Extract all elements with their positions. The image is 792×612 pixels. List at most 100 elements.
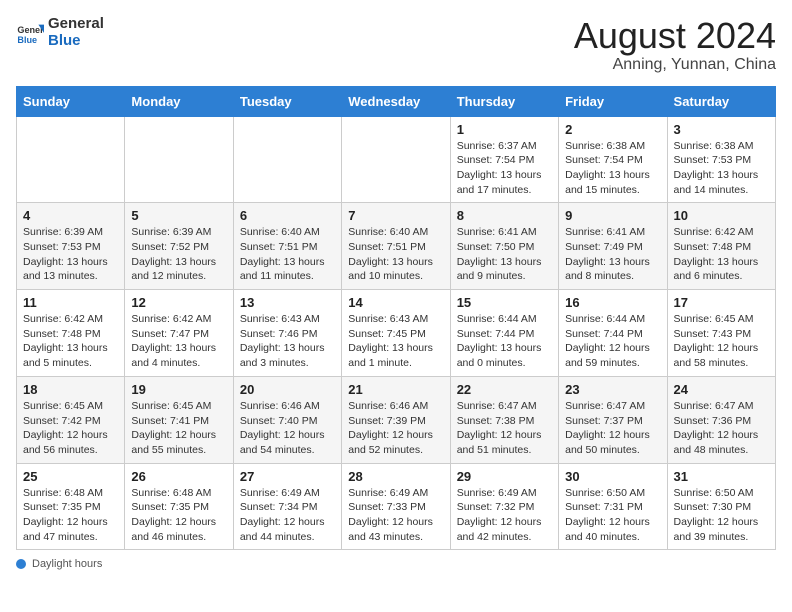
weekday-header-sunday: Sunday xyxy=(17,86,125,116)
day-number: 15 xyxy=(457,295,552,310)
day-number: 3 xyxy=(674,122,769,137)
cell-content: Sunrise: 6:49 AM Sunset: 7:33 PM Dayligh… xyxy=(348,486,443,545)
calendar-day-cell: 12 Sunrise: 6:42 AM Sunset: 7:47 PM Dayli… xyxy=(125,290,233,377)
cell-content: Sunrise: 6:39 AM Sunset: 7:53 PM Dayligh… xyxy=(23,225,118,284)
day-number: 20 xyxy=(240,382,335,397)
day-number: 16 xyxy=(565,295,660,310)
calendar-day-cell: 17 Sunrise: 6:45 AM Sunset: 7:43 PM Dayli… xyxy=(667,290,775,377)
cell-content: Sunrise: 6:41 AM Sunset: 7:49 PM Dayligh… xyxy=(565,225,660,284)
calendar-day-cell: 4 Sunrise: 6:39 AM Sunset: 7:53 PM Daylig… xyxy=(17,203,125,290)
calendar-day-cell: 5Sunrise: 6:39 AM Sunset: 7:52 PM Daylig… xyxy=(125,203,233,290)
logo-general-text: General xyxy=(48,16,104,33)
empty-cell xyxy=(17,116,125,203)
day-number: 1 xyxy=(457,122,552,137)
cell-content: Sunrise: 6:45 AM Sunset: 7:41 PM Dayligh… xyxy=(131,399,226,458)
cell-content: Sunrise: 6:46 AM Sunset: 7:39 PM Dayligh… xyxy=(348,399,443,458)
header: General Blue General Blue August 2024 An… xyxy=(16,16,776,74)
logo: General Blue General Blue xyxy=(16,16,104,49)
day-number: 6 xyxy=(240,208,335,223)
day-number: 14 xyxy=(348,295,443,310)
calendar-day-cell: 9 Sunrise: 6:41 AM Sunset: 7:49 PM Daylig… xyxy=(559,203,667,290)
weekday-header-wednesday: Wednesday xyxy=(342,86,450,116)
day-number: 24 xyxy=(674,382,769,397)
calendar-day-cell: 19 Sunrise: 6:45 AM Sunset: 7:41 PM Dayli… xyxy=(125,376,233,463)
calendar-week-row: 11 Sunrise: 6:42 AM Sunset: 7:48 PM Dayli… xyxy=(17,290,776,377)
weekday-header-thursday: Thursday xyxy=(450,86,558,116)
day-number: 31 xyxy=(674,469,769,484)
day-number: 5 xyxy=(131,208,226,223)
day-number: 11 xyxy=(23,295,118,310)
calendar-day-cell: 25Sunrise: 6:48 AM Sunset: 7:35 PM Dayli… xyxy=(17,463,125,550)
calendar-body: 1 Sunrise: 6:37 AM Sunset: 7:54 PM Daylig… xyxy=(17,116,776,550)
cell-content: Sunrise: 6:44 AM Sunset: 7:44 PM Dayligh… xyxy=(457,312,552,371)
calendar-day-cell: 11 Sunrise: 6:42 AM Sunset: 7:48 PM Dayli… xyxy=(17,290,125,377)
calendar-day-cell: 18Sunrise: 6:45 AM Sunset: 7:42 PM Dayli… xyxy=(17,376,125,463)
calendar-day-cell: 7 Sunrise: 6:40 AM Sunset: 7:51 PM Daylig… xyxy=(342,203,450,290)
day-number: 23 xyxy=(565,382,660,397)
day-number: 17 xyxy=(674,295,769,310)
cell-content: Sunrise: 6:42 AM Sunset: 7:48 PM Dayligh… xyxy=(674,225,769,284)
day-number: 8 xyxy=(457,208,552,223)
day-number: 7 xyxy=(348,208,443,223)
weekday-header-friday: Friday xyxy=(559,86,667,116)
calendar-day-cell: 6 Sunrise: 6:40 AM Sunset: 7:51 PM Daylig… xyxy=(233,203,341,290)
calendar-day-cell: 14 Sunrise: 6:43 AM Sunset: 7:45 PM Dayli… xyxy=(342,290,450,377)
cell-content: Sunrise: 6:42 AM Sunset: 7:48 PM Dayligh… xyxy=(23,312,118,371)
day-number: 12 xyxy=(131,295,226,310)
cell-content: Sunrise: 6:40 AM Sunset: 7:51 PM Dayligh… xyxy=(240,225,335,284)
cell-content: Sunrise: 6:38 AM Sunset: 7:54 PM Dayligh… xyxy=(565,139,660,198)
calendar-day-cell: 23Sunrise: 6:47 AM Sunset: 7:37 PM Dayli… xyxy=(559,376,667,463)
cell-content: Sunrise: 6:42 AM Sunset: 7:47 PM Dayligh… xyxy=(131,312,226,371)
calendar-day-cell: 15 Sunrise: 6:44 AM Sunset: 7:44 PM Dayli… xyxy=(450,290,558,377)
calendar-day-cell: 30Sunrise: 6:50 AM Sunset: 7:31 PM Dayli… xyxy=(559,463,667,550)
calendar-day-cell: 24Sunrise: 6:47 AM Sunset: 7:36 PM Dayli… xyxy=(667,376,775,463)
empty-cell xyxy=(342,116,450,203)
day-number: 19 xyxy=(131,382,226,397)
day-number: 30 xyxy=(565,469,660,484)
calendar-day-cell: 16 Sunrise: 6:44 AM Sunset: 7:44 PM Dayli… xyxy=(559,290,667,377)
cell-content: Sunrise: 6:43 AM Sunset: 7:46 PM Dayligh… xyxy=(240,312,335,371)
cell-content: Sunrise: 6:48 AM Sunset: 7:35 PM Dayligh… xyxy=(131,486,226,545)
day-number: 9 xyxy=(565,208,660,223)
daylight-dot xyxy=(16,559,26,569)
calendar-header: SundayMondayTuesdayWednesdayThursdayFrid… xyxy=(17,86,776,116)
daylight-label: Daylight hours xyxy=(32,558,102,570)
cell-content: Sunrise: 6:49 AM Sunset: 7:32 PM Dayligh… xyxy=(457,486,552,545)
location-subtitle: Anning, Yunnan, China xyxy=(574,56,776,74)
calendar-day-cell: 21Sunrise: 6:46 AM Sunset: 7:39 PM Dayli… xyxy=(342,376,450,463)
cell-content: Sunrise: 6:45 AM Sunset: 7:42 PM Dayligh… xyxy=(23,399,118,458)
calendar-week-row: 4 Sunrise: 6:39 AM Sunset: 7:53 PM Daylig… xyxy=(17,203,776,290)
cell-content: Sunrise: 6:41 AM Sunset: 7:50 PM Dayligh… xyxy=(457,225,552,284)
weekday-header-monday: Monday xyxy=(125,86,233,116)
cell-content: Sunrise: 6:44 AM Sunset: 7:44 PM Dayligh… xyxy=(565,312,660,371)
cell-content: Sunrise: 6:50 AM Sunset: 7:30 PM Dayligh… xyxy=(674,486,769,545)
day-number: 28 xyxy=(348,469,443,484)
cell-content: Sunrise: 6:47 AM Sunset: 7:38 PM Dayligh… xyxy=(457,399,552,458)
weekday-header-row: SundayMondayTuesdayWednesdayThursdayFrid… xyxy=(17,86,776,116)
cell-content: Sunrise: 6:45 AM Sunset: 7:43 PM Dayligh… xyxy=(674,312,769,371)
cell-content: Sunrise: 6:43 AM Sunset: 7:45 PM Dayligh… xyxy=(348,312,443,371)
cell-content: Sunrise: 6:40 AM Sunset: 7:51 PM Dayligh… xyxy=(348,225,443,284)
calendar-day-cell: 26Sunrise: 6:48 AM Sunset: 7:35 PM Dayli… xyxy=(125,463,233,550)
calendar-day-cell: 27Sunrise: 6:49 AM Sunset: 7:34 PM Dayli… xyxy=(233,463,341,550)
title-area: August 2024 Anning, Yunnan, China xyxy=(574,16,776,74)
calendar-day-cell: 13 Sunrise: 6:43 AM Sunset: 7:46 PM Dayli… xyxy=(233,290,341,377)
day-number: 4 xyxy=(23,208,118,223)
cell-content: Sunrise: 6:46 AM Sunset: 7:40 PM Dayligh… xyxy=(240,399,335,458)
calendar-week-row: 1 Sunrise: 6:37 AM Sunset: 7:54 PM Daylig… xyxy=(17,116,776,203)
calendar-day-cell: 22Sunrise: 6:47 AM Sunset: 7:38 PM Dayli… xyxy=(450,376,558,463)
day-number: 2 xyxy=(565,122,660,137)
weekday-header-saturday: Saturday xyxy=(667,86,775,116)
day-number: 10 xyxy=(674,208,769,223)
cell-content: Sunrise: 6:37 AM Sunset: 7:54 PM Dayligh… xyxy=(457,139,552,198)
cell-content: Sunrise: 6:48 AM Sunset: 7:35 PM Dayligh… xyxy=(23,486,118,545)
calendar-day-cell: 29 Sunrise: 6:49 AM Sunset: 7:32 PM Dayli… xyxy=(450,463,558,550)
calendar-day-cell: 2 Sunrise: 6:38 AM Sunset: 7:54 PM Daylig… xyxy=(559,116,667,203)
day-number: 13 xyxy=(240,295,335,310)
day-number: 29 xyxy=(457,469,552,484)
cell-content: Sunrise: 6:49 AM Sunset: 7:34 PM Dayligh… xyxy=(240,486,335,545)
empty-cell xyxy=(233,116,341,203)
calendar-week-row: 18Sunrise: 6:45 AM Sunset: 7:42 PM Dayli… xyxy=(17,376,776,463)
calendar-day-cell: 8 Sunrise: 6:41 AM Sunset: 7:50 PM Daylig… xyxy=(450,203,558,290)
calendar-day-cell: 28 Sunrise: 6:49 AM Sunset: 7:33 PM Dayli… xyxy=(342,463,450,550)
